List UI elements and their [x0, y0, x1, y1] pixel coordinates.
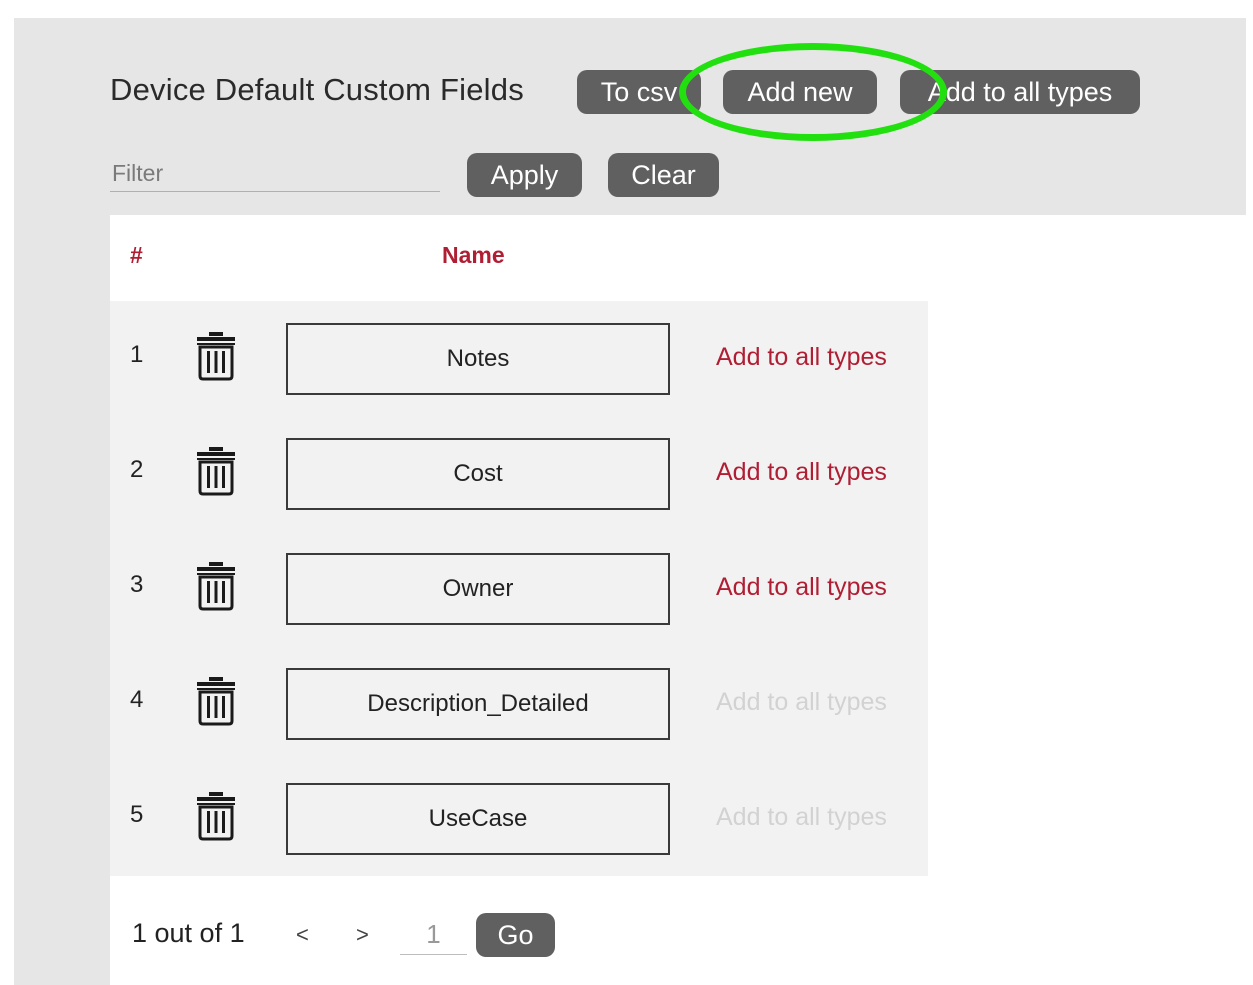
row-add-to-all-types-link[interactable]: Add to all types — [716, 343, 887, 372]
table-row: 3 Add to all types — [110, 531, 928, 646]
trash-icon[interactable] — [194, 446, 238, 496]
row-add-to-all-types-link[interactable]: Add to all types — [716, 458, 887, 487]
table-row: 2 Add to all types — [110, 416, 928, 531]
trash-icon[interactable] — [194, 561, 238, 611]
row-add-to-all-types-link: Add to all types — [716, 803, 887, 831]
page-title: Device Default Custom Fields — [110, 72, 524, 107]
row-add-to-all-types-link: Add to all types — [716, 688, 887, 716]
table-row: 5 Add to all types — [110, 761, 928, 876]
trash-icon[interactable] — [194, 791, 238, 841]
row-number: 1 — [130, 341, 144, 368]
row-number: 2 — [130, 456, 144, 483]
add-new-button[interactable]: Add new — [723, 70, 877, 114]
go-button[interactable]: Go — [476, 913, 555, 957]
pagination-summary: 1 out of 1 — [132, 918, 245, 948]
page-number-input[interactable] — [400, 915, 467, 955]
row-number: 4 — [130, 686, 144, 713]
table-row: 4 Add to all types — [110, 646, 928, 761]
row-number: 5 — [130, 801, 144, 828]
table-row: 1 Add to all types — [110, 301, 928, 416]
clear-button[interactable]: Clear — [608, 153, 719, 197]
column-header-number: # — [130, 242, 143, 268]
row-number: 3 — [130, 571, 144, 598]
field-name-input[interactable] — [286, 553, 670, 625]
previous-page-button[interactable]: < — [296, 922, 309, 948]
field-name-input[interactable] — [286, 668, 670, 740]
next-page-button[interactable]: > — [356, 922, 369, 948]
filter-input[interactable] — [110, 156, 440, 192]
field-name-input[interactable] — [286, 438, 670, 510]
column-header-name: Name — [442, 242, 505, 268]
field-name-input[interactable] — [286, 323, 670, 395]
trash-icon[interactable] — [194, 331, 238, 381]
row-add-to-all-types-link[interactable]: Add to all types — [716, 573, 887, 602]
field-name-input[interactable] — [286, 783, 670, 855]
apply-button[interactable]: Apply — [467, 153, 582, 197]
add-to-all-types-button[interactable]: Add to all types — [900, 70, 1140, 114]
to-csv-button[interactable]: To csv — [577, 70, 701, 114]
trash-icon[interactable] — [194, 676, 238, 726]
